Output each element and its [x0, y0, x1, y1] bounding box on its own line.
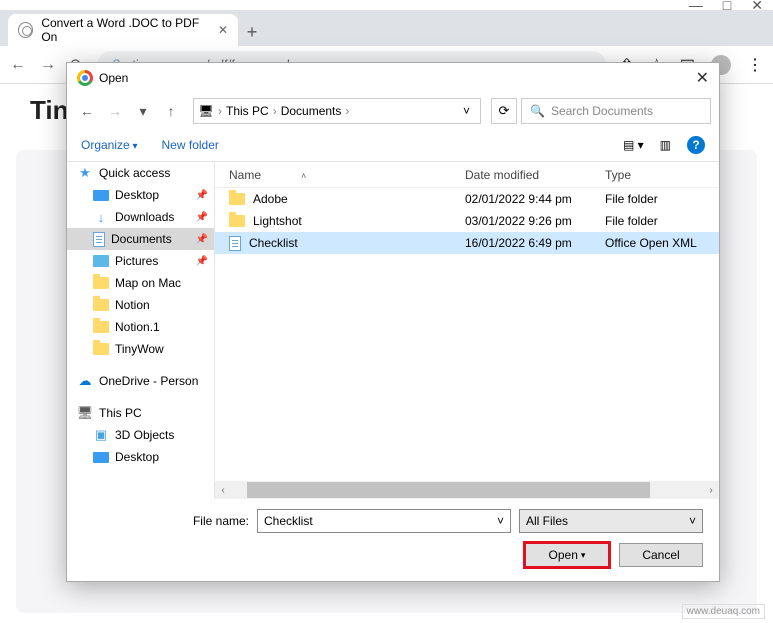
chevron-right-icon: › [343, 104, 351, 118]
tree-item-documents[interactable]: Documents📌 [67, 228, 214, 250]
folder-icon [229, 215, 245, 227]
document-icon [93, 232, 105, 247]
scroll-thumb[interactable] [247, 482, 650, 498]
preview-pane-button[interactable]: ▥ [660, 138, 671, 152]
pc-icon: 🖥 [198, 103, 214, 119]
dialog-nav: ← → ▾ ↑ 🖥 › This PC › Documents › ˅ ⟳ 🔍 … [67, 93, 719, 129]
tree-thispc[interactable]: 🖥This PC [67, 402, 214, 424]
tree-item-pictures[interactable]: Pictures📌 [67, 250, 214, 272]
help-icon[interactable]: ? [687, 136, 705, 154]
column-date[interactable]: Date modified [465, 168, 605, 182]
search-icon: 🔍 [530, 104, 545, 118]
tree-item-downloads[interactable]: ↓Downloads📌 [67, 206, 214, 228]
folder-icon [93, 321, 109, 333]
nav-forward-button[interactable]: → [103, 99, 127, 123]
horizontal-scrollbar[interactable]: ‹ › [215, 481, 719, 499]
pin-icon: 📌 [196, 190, 214, 201]
new-tab-button[interactable]: + [238, 18, 266, 46]
dialog-footer: File name: Checklist ˅ All Files ˅ Open … [67, 499, 719, 581]
search-placeholder: Search Documents [551, 104, 653, 118]
file-type-filter[interactable]: All Files ˅ [519, 509, 703, 533]
desktop-icon [93, 190, 109, 201]
file-row-adobe[interactable]: Adobe 02/01/2022 9:44 pm File folder [215, 188, 719, 210]
pin-icon: 📌 [196, 234, 214, 245]
nav-up-button[interactable]: ↑ [159, 99, 183, 123]
globe-icon [18, 22, 33, 38]
download-icon: ↓ [93, 209, 109, 225]
browser-tab-active[interactable]: Convert a Word .DOC to PDF On ✕ [8, 14, 238, 46]
breadcrumb-folder[interactable]: Documents [281, 104, 342, 118]
file-row-checklist[interactable]: Checklist 16/01/2022 6:49 pm Office Open… [215, 232, 719, 254]
scroll-right-icon[interactable]: › [703, 485, 719, 496]
tree-onedrive[interactable]: ☁OneDrive - Person [67, 370, 214, 392]
pin-icon: 📌 [196, 212, 214, 223]
navigation-tree[interactable]: ★ Quick access Desktop📌 ↓Downloads📌 Docu… [67, 162, 215, 499]
window-controls: — □ ✕ [0, 0, 773, 10]
dialog-titlebar: Open ✕ [67, 63, 719, 93]
folder-icon [229, 193, 245, 205]
chevron-right-icon: › [271, 104, 279, 118]
browser-tab-strip: Convert a Word .DOC to PDF On ✕ + [0, 10, 773, 46]
column-type[interactable]: Type [605, 168, 719, 182]
minimize-button[interactable]: — [689, 0, 703, 13]
folder-icon [93, 343, 109, 355]
pc-icon: 🖥 [77, 405, 93, 421]
maximize-button[interactable]: □ [723, 0, 731, 13]
forward-button[interactable]: → [40, 56, 56, 74]
close-window-button[interactable]: ✕ [751, 0, 763, 14]
refresh-button[interactable]: ⟳ [491, 98, 517, 124]
desktop-icon [93, 452, 109, 463]
chrome-icon [77, 70, 93, 86]
tree-item-3dobjects[interactable]: ▣3D Objects [67, 424, 214, 446]
chevron-down-icon: ˅ [689, 514, 696, 528]
tree-item-notion1[interactable]: Notion.1 [67, 316, 214, 338]
dialog-close-button[interactable]: ✕ [696, 68, 709, 88]
tab-title: Convert a Word .DOC to PDF On [41, 16, 210, 44]
watermark: www.deuaq.com [682, 604, 765, 619]
onedrive-icon: ☁ [77, 373, 93, 389]
scroll-left-icon[interactable]: ‹ [215, 485, 231, 496]
folder-icon [93, 299, 109, 311]
tree-item-tinywow[interactable]: TinyWow [67, 338, 214, 360]
open-button[interactable]: Open ▾ [525, 543, 609, 567]
page-title: Tin [30, 95, 69, 126]
pictures-icon [93, 255, 109, 267]
pin-icon: 📌 [196, 256, 214, 267]
view-options-button[interactable]: ▤ ▾ [623, 138, 644, 152]
dialog-title: Open [99, 71, 128, 85]
sort-asc-icon: ˄ [301, 171, 306, 181]
tree-item-maponmac[interactable]: Map on Mac [67, 272, 214, 294]
tree-item-desktop-pc[interactable]: Desktop [67, 446, 214, 468]
cancel-button[interactable]: Cancel [619, 543, 703, 567]
star-icon: ★ [77, 165, 93, 181]
chevron-right-icon: › [216, 104, 224, 118]
column-name[interactable]: Name˄ [215, 168, 465, 182]
chevron-down-icon[interactable]: ˅ [497, 514, 504, 528]
nav-recent-button[interactable]: ▾ [131, 99, 155, 123]
new-folder-button[interactable]: New folder [162, 138, 219, 152]
dialog-toolbar: Organize New folder ▤ ▾ ▥ ? [67, 129, 719, 161]
back-button[interactable]: ← [10, 56, 26, 74]
tree-quick-access[interactable]: ★ Quick access [67, 162, 214, 184]
breadcrumb-dropdown-icon[interactable]: ˅ [457, 104, 476, 118]
filename-label: File name: [83, 514, 249, 528]
nav-back-button[interactable]: ← [75, 99, 99, 123]
folder-icon [93, 277, 109, 289]
organize-button[interactable]: Organize [81, 138, 138, 152]
menu-icon[interactable]: ⋮ [747, 55, 763, 75]
breadcrumb-root[interactable]: This PC [226, 104, 269, 118]
breadcrumb[interactable]: 🖥 › This PC › Documents › ˅ [193, 98, 481, 124]
file-list: Name˄ Date modified Type Adobe 02/01/202… [215, 162, 719, 499]
file-row-lightshot[interactable]: Lightshot 03/01/2022 9:26 pm File folder [215, 210, 719, 232]
search-input[interactable]: 🔍 Search Documents [521, 98, 711, 124]
close-tab-icon[interactable]: ✕ [218, 23, 228, 37]
tree-item-notion[interactable]: Notion [67, 294, 214, 316]
filename-input[interactable]: Checklist ˅ [257, 509, 511, 533]
tree-item-desktop[interactable]: Desktop📌 [67, 184, 214, 206]
column-headers[interactable]: Name˄ Date modified Type [215, 162, 719, 188]
open-dialog: Open ✕ ← → ▾ ↑ 🖥 › This PC › Documents ›… [66, 62, 720, 582]
3d-icon: ▣ [93, 427, 109, 443]
document-icon [229, 236, 241, 251]
